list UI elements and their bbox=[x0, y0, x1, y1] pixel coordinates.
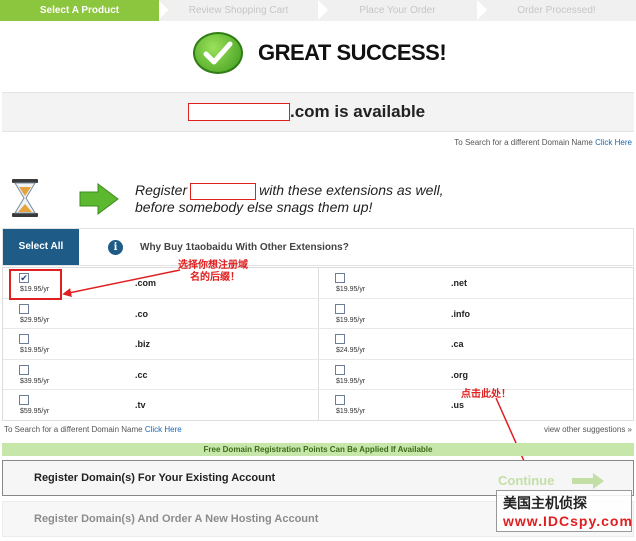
ext-label-info: .info bbox=[451, 308, 470, 319]
checkbox-biz[interactable] bbox=[19, 334, 29, 345]
success-header: GREAT SUCCESS! bbox=[193, 32, 447, 74]
table-row: $29.95/yr .co $19.95/yr .info bbox=[3, 298, 633, 330]
table-row: $59.95/yr .tv $19.95/yr .us bbox=[3, 390, 633, 421]
ext-label-org: .org bbox=[451, 369, 468, 380]
extension-cell-co: $29.95/yr .co bbox=[3, 299, 318, 329]
checkbox-tv[interactable] bbox=[19, 395, 29, 406]
register-text-pre: Register bbox=[135, 182, 188, 199]
register-text-post: with these extensions as well, bbox=[259, 182, 444, 199]
check-icon bbox=[193, 32, 243, 74]
below-search-click-here[interactable]: Click Here bbox=[145, 425, 182, 434]
extension-cell-ca: $24.95/yr .ca bbox=[318, 329, 633, 359]
checkbox-cc[interactable] bbox=[19, 364, 29, 375]
register-text-line2: before somebody else snags them up! bbox=[135, 199, 373, 215]
extensions-grid: ✔ $19.95/yr .com $19.95/yr .net $29.95/y… bbox=[2, 267, 634, 421]
checkbox-net[interactable] bbox=[335, 273, 345, 283]
price-info: $19.95/yr bbox=[336, 316, 366, 324]
register-extensions-message: Register with these extensions as well, b… bbox=[135, 183, 444, 215]
checkbox-ca[interactable] bbox=[335, 334, 345, 345]
progress-steps: Select A Product Review Shopping Cart Pl… bbox=[0, 0, 636, 21]
ext-label-co: .co bbox=[135, 308, 149, 319]
table-row: $39.95/yr .cc $19.95/yr .org bbox=[3, 359, 633, 391]
step-select-product: Select A Product bbox=[0, 0, 169, 21]
checkbox-us[interactable] bbox=[335, 395, 345, 406]
ext-label-cc: .cc bbox=[135, 369, 148, 380]
step-review-cart: Review Shopping Cart bbox=[159, 0, 318, 21]
price-co: $29.95/yr bbox=[20, 316, 50, 324]
search-different-domain: To Search for a different Domain Name Cl… bbox=[454, 138, 632, 147]
below-grid-search: To Search for a different Domain Name Cl… bbox=[4, 425, 182, 434]
continue-button[interactable]: Continue bbox=[498, 473, 554, 488]
ext-label-com: .com bbox=[135, 278, 157, 288]
watermark: 美国主机侦探 www.IDCspy.com bbox=[496, 490, 632, 532]
price-biz: $19.95/yr bbox=[20, 347, 50, 355]
checkbox-info[interactable] bbox=[335, 303, 345, 314]
hourglass-icon bbox=[12, 179, 38, 217]
success-title: GREAT SUCCESS! bbox=[258, 40, 447, 65]
price-org: $19.95/yr bbox=[336, 377, 366, 385]
step-order-processed: Order Processed! bbox=[477, 0, 636, 21]
price-net: $19.95/yr bbox=[336, 286, 366, 293]
domain-name-redacted bbox=[188, 103, 290, 121]
search-click-here-link[interactable]: Click Here bbox=[595, 138, 632, 147]
why-buy-text: Why Buy 1taobaidu With Other Extensions? bbox=[140, 242, 349, 253]
free-points-bar: Free Domain Registration Points Can Be A… bbox=[2, 443, 634, 456]
selection-highlight-box bbox=[9, 269, 62, 300]
extensions-table-header: Select All i Why Buy 1taobaidu With Othe… bbox=[2, 228, 634, 266]
price-cc: $39.95/yr bbox=[20, 377, 50, 385]
ext-label-us: .us bbox=[451, 400, 465, 411]
select-all-button[interactable]: Select All bbox=[3, 229, 79, 265]
table-row: $19.95/yr .biz $24.95/yr .ca bbox=[3, 329, 633, 360]
extension-cell-tv: $59.95/yr .tv bbox=[3, 390, 318, 421]
step-place-order: Place Your Order bbox=[318, 0, 477, 21]
ext-label-ca: .ca bbox=[451, 339, 464, 350]
continue-arrow-icon[interactable] bbox=[571, 472, 605, 490]
extension-cell-net: $19.95/yr .net bbox=[318, 268, 633, 298]
below-search-text: To Search for a different Domain Name bbox=[4, 425, 143, 434]
ext-label-biz: .biz bbox=[135, 339, 150, 350]
checkbox-org[interactable] bbox=[335, 364, 345, 375]
extension-cell-biz: $19.95/yr .biz bbox=[3, 329, 318, 359]
info-icon[interactable]: i bbox=[108, 240, 123, 255]
checkbox-co[interactable] bbox=[19, 303, 29, 314]
availability-banner: .com is available bbox=[2, 92, 634, 132]
extension-cell-info: $19.95/yr .info bbox=[318, 298, 633, 329]
annotation-select-line2: 名的后缀！ bbox=[190, 272, 240, 283]
price-ca: $24.95/yr bbox=[336, 347, 366, 355]
watermark-line2: www.IDCspy.com bbox=[503, 513, 633, 529]
watermark-line1: 美国主机侦探 bbox=[503, 496, 587, 512]
annotation-click-here: 点击此处！ bbox=[461, 389, 511, 400]
domain-name-redacted-2 bbox=[190, 183, 257, 200]
ext-label-net: .net bbox=[451, 278, 468, 288]
extension-cell-cc: $39.95/yr .cc bbox=[3, 360, 318, 390]
search-note-text: To Search for a different Domain Name bbox=[454, 138, 593, 147]
ext-label-tv: .tv bbox=[135, 400, 146, 411]
view-suggestions-link[interactable]: view other suggestions » bbox=[544, 425, 632, 434]
price-us: $19.95/yr bbox=[336, 408, 366, 416]
availability-text: .com is available bbox=[290, 102, 426, 121]
table-row: ✔ $19.95/yr .com $19.95/yr .net bbox=[3, 268, 633, 299]
price-tv: $59.95/yr bbox=[20, 408, 50, 416]
register-existing-label: Register Domain(s) For Your Existing Acc… bbox=[34, 472, 276, 484]
arrow-right-icon bbox=[79, 183, 119, 215]
register-new-hosting-label: Register Domain(s) And Order A New Hosti… bbox=[34, 513, 319, 525]
